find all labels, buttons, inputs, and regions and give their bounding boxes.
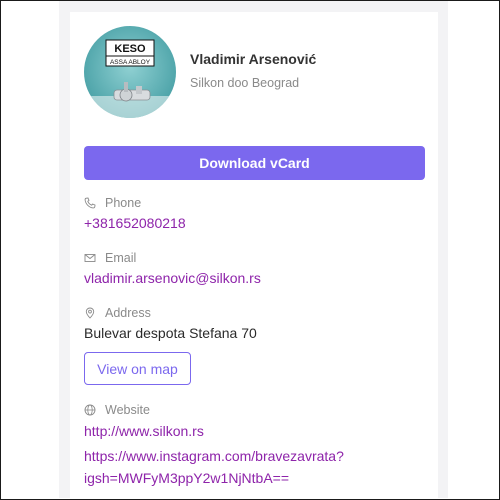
address-label: Address (105, 306, 151, 320)
website-label-row: Website (84, 402, 150, 418)
download-vcard-button[interactable]: Download vCard (84, 146, 425, 180)
email-label: Email (105, 251, 137, 265)
instagram-link-continued[interactable]: igsh=MWFyM3ppY2w1NjNtbA== (84, 470, 289, 486)
address-value: Bulevar despota Stefana 70 (84, 325, 257, 341)
logo-assa-abloy: ASSA ABLOY (110, 59, 151, 66)
email-link[interactable]: vladimir.arsenovic@silkon.rs (84, 270, 261, 286)
address-label-row: Address (84, 305, 151, 321)
phone-label: Phone (105, 196, 142, 210)
globe-icon (84, 404, 96, 416)
view-on-map-button[interactable]: View on map (84, 352, 191, 385)
phone-link[interactable]: +381652080218 (84, 215, 186, 231)
email-label-row: Email (84, 250, 136, 266)
website-label: Website (105, 403, 150, 417)
logo-keso: KESO (114, 43, 146, 55)
avatar-image: KESO ASSA ABLOY (84, 26, 176, 118)
avatar: KESO ASSA ABLOY (84, 26, 176, 118)
phone-icon (84, 197, 96, 209)
instagram-link[interactable]: https://www.instagram.com/bravezavrata? (84, 448, 344, 464)
phone-label-row: Phone (84, 195, 141, 211)
map-pin-icon (85, 307, 95, 319)
envelope-icon (84, 254, 96, 262)
profile-name: Vladimir Arsenović (190, 51, 317, 67)
profile-company: Silkon doo Beograd (190, 76, 300, 90)
website-link[interactable]: http://www.silkon.rs (84, 423, 204, 439)
